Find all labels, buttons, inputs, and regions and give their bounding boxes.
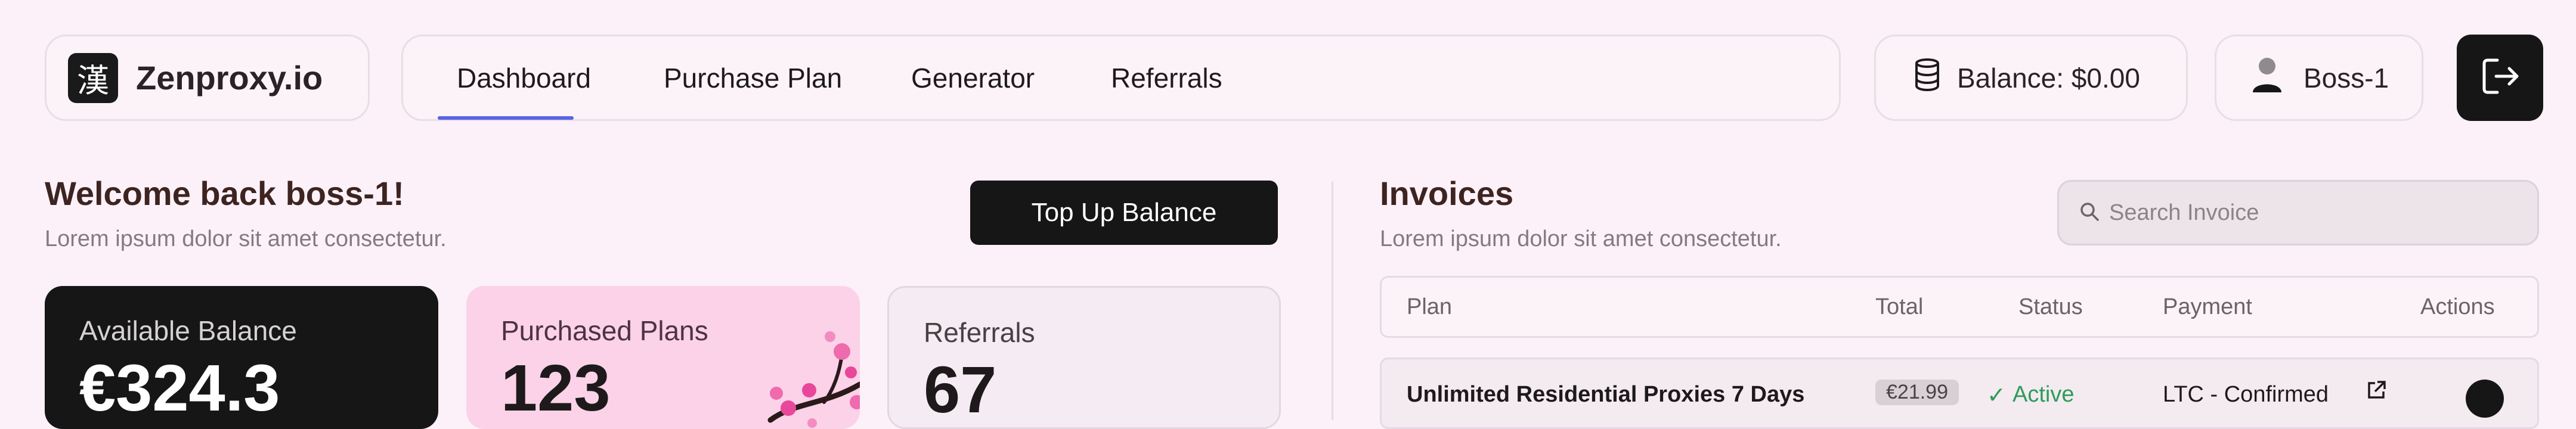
- section-divider: [1332, 182, 1333, 420]
- user-menu-button[interactable]: Boss-1: [2215, 35, 2423, 121]
- referrals-card: Referrals 67: [887, 286, 1281, 429]
- stat-label: Purchased Plans: [501, 315, 708, 346]
- brand-name: Zenproxy.io: [136, 59, 323, 97]
- balance-button[interactable]: Balance: $0.00: [1874, 35, 2188, 121]
- stat-value: 67: [924, 353, 997, 427]
- purchased-plans-card: Purchased Plans 123: [466, 286, 860, 429]
- stat-value: €324.3: [79, 352, 280, 425]
- invoice-total-badge: €21.99: [1875, 380, 1959, 405]
- tab-dashboard[interactable]: Dashboard: [457, 36, 591, 119]
- logout-button[interactable]: [2457, 35, 2543, 121]
- check-icon: ✓: [1987, 383, 2006, 408]
- column-header-plan: Plan: [1407, 294, 1453, 319]
- tab-purchase-plan[interactable]: Purchase Plan: [664, 36, 842, 119]
- top-up-balance-button[interactable]: Top Up Balance: [970, 181, 1278, 245]
- row-action-button[interactable]: [2466, 380, 2504, 418]
- welcome-subtitle: Lorem ipsum dolor sit amet consectetur.: [45, 226, 447, 251]
- table-row[interactable]: Unlimited Residential Proxies 7 Days €21…: [1380, 358, 2539, 429]
- stat-label: Available Balance: [79, 315, 297, 346]
- available-balance-card: Available Balance €324.3: [45, 286, 438, 429]
- welcome-title: Welcome back boss-1!: [45, 175, 404, 212]
- invoice-payment: LTC - Confirmed: [2163, 382, 2329, 407]
- active-tab-indicator: [438, 116, 574, 120]
- brand[interactable]: 漢 Zenproxy.io: [45, 35, 370, 121]
- invoice-plan: Unlimited Residential Proxies 7 Days: [1407, 382, 1805, 407]
- stat-label: Referrals: [924, 317, 1035, 348]
- username: Boss-1: [2303, 62, 2389, 94]
- search-input[interactable]: [2109, 200, 2527, 226]
- tab-referrals[interactable]: Referrals: [1111, 36, 1222, 119]
- database-icon: [1914, 58, 1940, 98]
- invoice-status: Active: [2012, 382, 2075, 407]
- column-header-total: Total: [1875, 294, 1924, 319]
- invoice-table-header: Plan Total Status Payment Actions: [1380, 276, 2539, 338]
- tab-generator[interactable]: Generator: [911, 36, 1035, 119]
- invoices-title: Invoices: [1380, 175, 1514, 212]
- stat-value: 123: [501, 352, 611, 425]
- cherry-blossom-illustration: [767, 331, 860, 428]
- brand-logo-icon: 漢: [68, 52, 118, 103]
- search-icon: [2079, 201, 2100, 225]
- external-link-icon[interactable]: [2366, 380, 2387, 407]
- balance-label: Balance: $0.00: [1957, 62, 2140, 94]
- main-nav: Dashboard Purchase Plan Generator Referr…: [401, 35, 1841, 121]
- column-header-payment: Payment: [2163, 294, 2252, 319]
- column-header-status: Status: [2018, 294, 2083, 319]
- user-icon: [2251, 55, 2283, 100]
- logout-icon: [2479, 55, 2521, 100]
- invoices-subtitle: Lorem ipsum dolor sit amet consectetur.: [1380, 226, 1782, 251]
- search-box[interactable]: [2057, 180, 2539, 245]
- column-header-actions: Actions: [2420, 294, 2495, 319]
